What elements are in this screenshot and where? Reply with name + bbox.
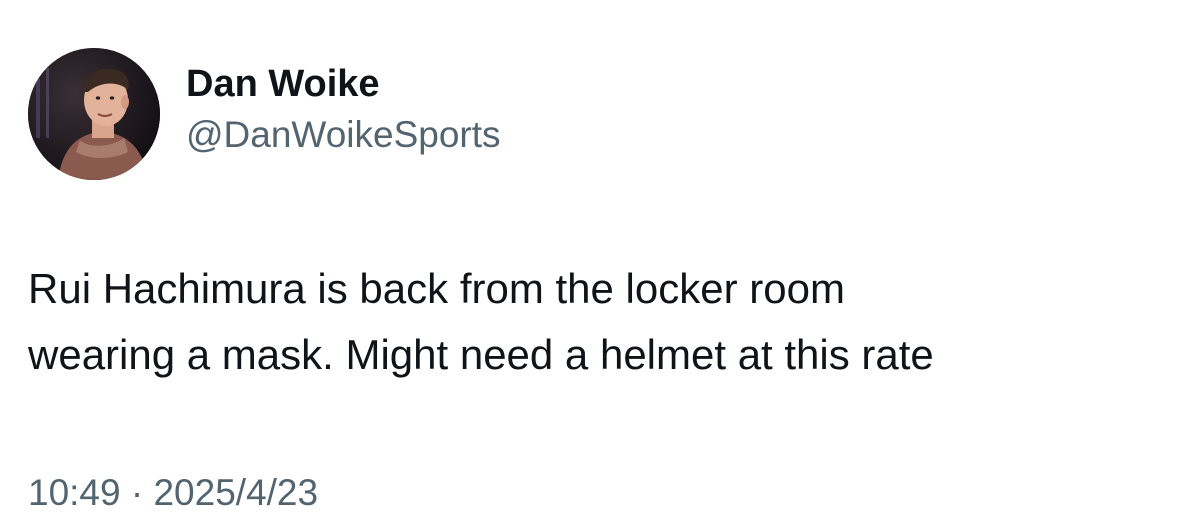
avatar[interactable] bbox=[28, 48, 160, 180]
tweet-date: 2025/4/23 bbox=[153, 472, 319, 513]
tweet-text: Rui Hachimura is back from the locker ro… bbox=[28, 256, 1148, 388]
tweet-text-line: wearing a mask. Might need a helmet at t… bbox=[28, 331, 934, 378]
author-handle[interactable]: @DanWoikeSports bbox=[186, 112, 501, 158]
author-display-name[interactable]: Dan Woike bbox=[186, 60, 501, 108]
tweet-time: 10:49 bbox=[28, 472, 121, 513]
author-names: Dan Woike @DanWoikeSports bbox=[186, 60, 501, 158]
avatar-photo-icon bbox=[28, 48, 160, 180]
timestamp-separator: · bbox=[130, 472, 144, 513]
tweet-timestamp[interactable]: 10:49 · 2025/4/23 bbox=[28, 470, 318, 516]
tweet-card: Dan Woike @DanWoikeSports Rui Hachimura … bbox=[0, 0, 1179, 516]
tweet-text-line: Rui Hachimura is back from the locker ro… bbox=[28, 265, 845, 312]
tweet-header: Dan Woike @DanWoikeSports bbox=[28, 48, 501, 180]
